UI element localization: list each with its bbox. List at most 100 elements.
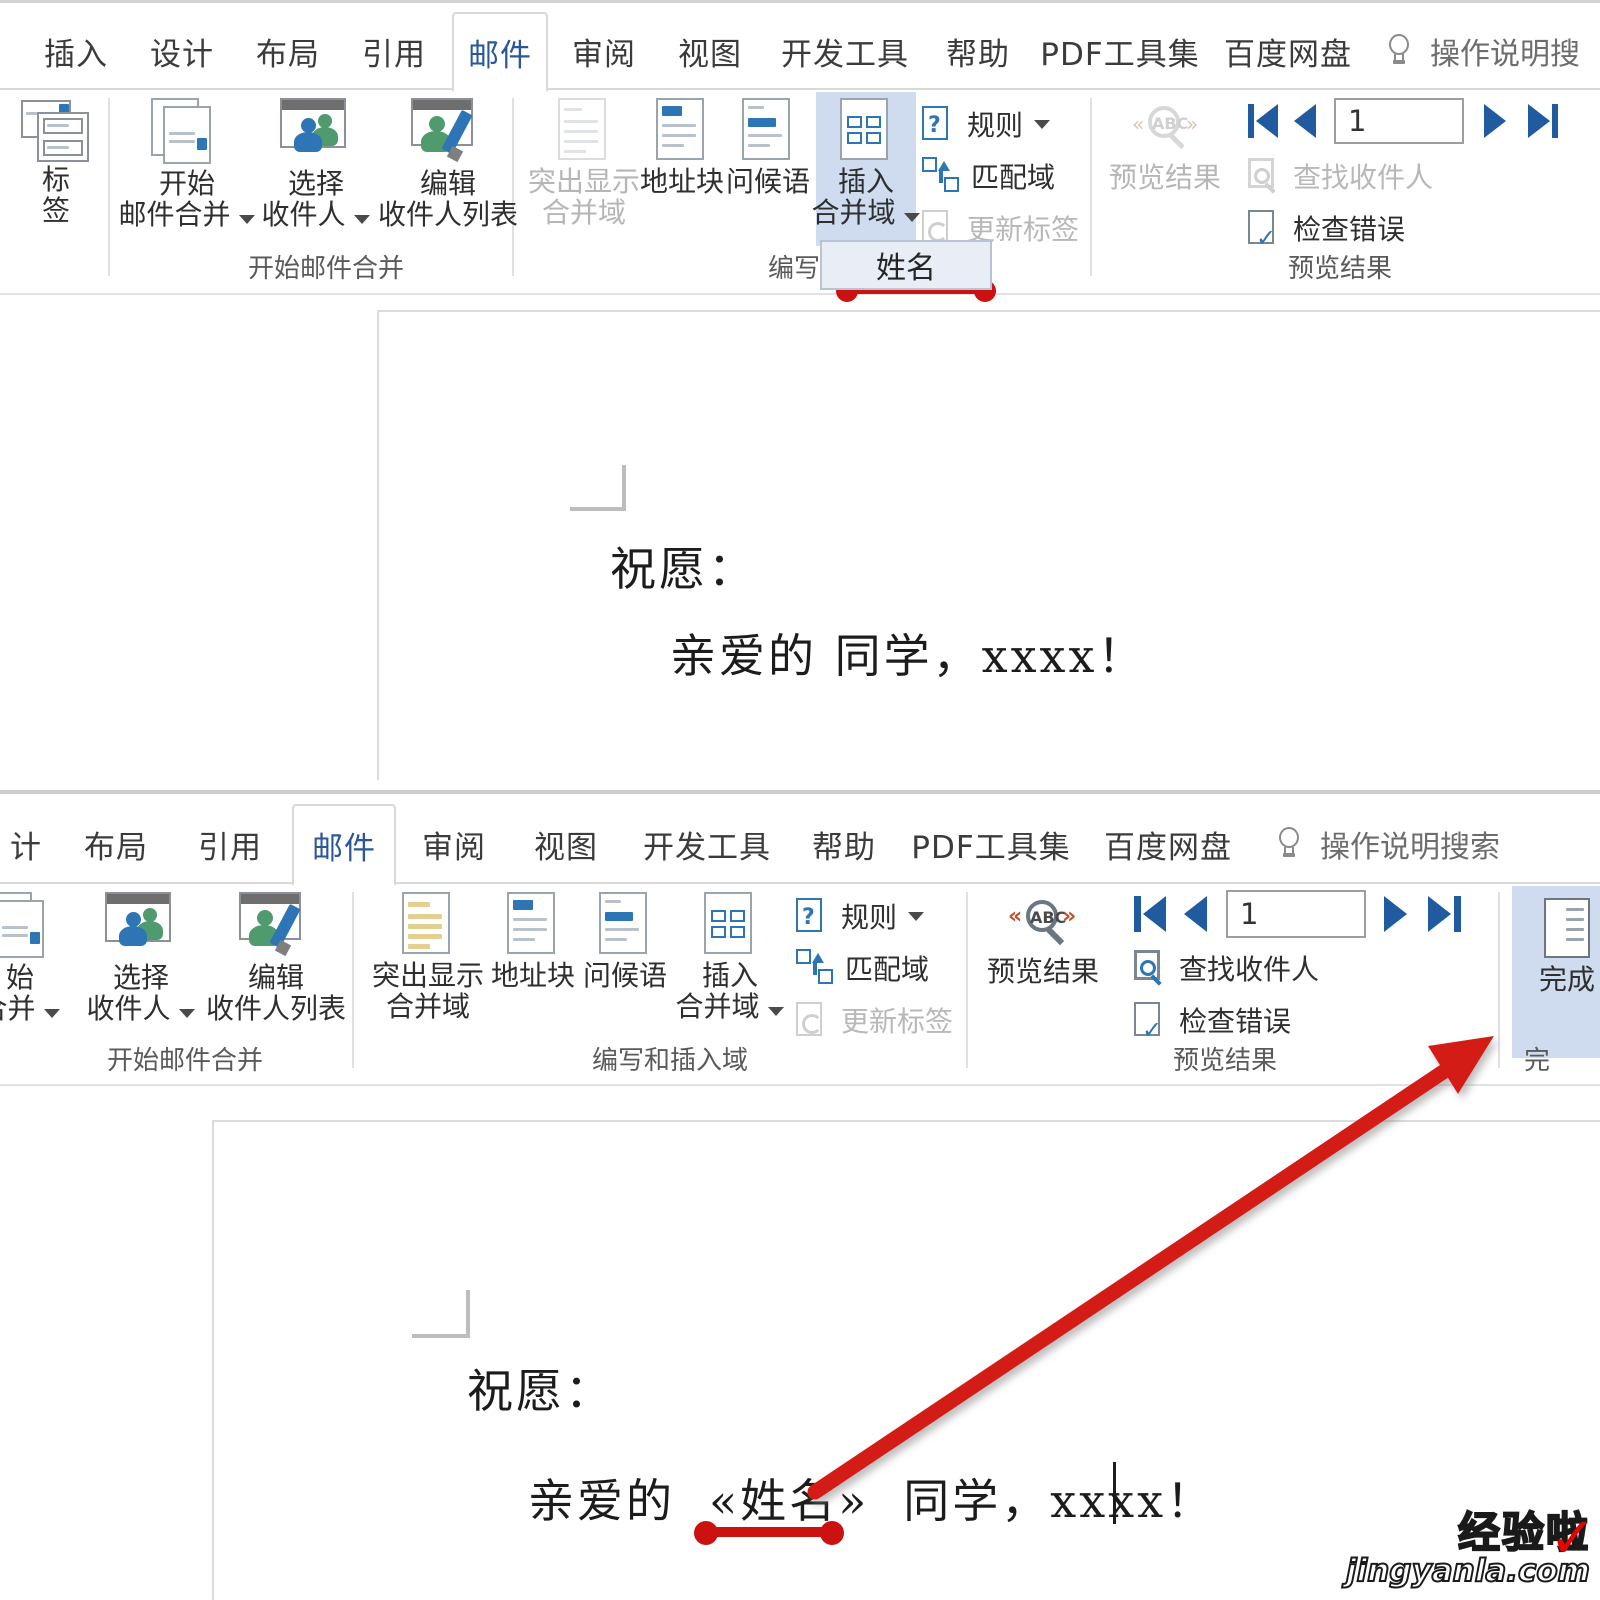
- rules-icon: ?: [796, 898, 830, 934]
- find-recipient-button[interactable]: 查找收件人: [1248, 156, 1433, 196]
- group-label-start-mail-merge: 开始邮件合并: [247, 254, 404, 284]
- tab-pdf-tools[interactable]: PDF工具集: [1038, 12, 1202, 90]
- tab-view[interactable]: 视图: [664, 12, 756, 90]
- highlight-merge-fields-button[interactable]: 突出显示 合并域: [370, 892, 486, 1023]
- lightbulb-icon: [1276, 827, 1302, 861]
- record-number-input[interactable]: 1: [1334, 98, 1464, 144]
- tab-design[interactable]: 设计: [136, 12, 228, 90]
- ribbon-tabstrip-bottom: 计 布局 引用 邮件 审阅 视图 开发工具 帮助 PDF工具集 百度网盘 操作说…: [0, 804, 1600, 886]
- preview-results-button[interactable]: ABC « » 预览结果: [982, 894, 1104, 987]
- edit-recipient-list-button[interactable]: 编辑 收件人列表: [372, 98, 524, 231]
- margin-corner-mark-top: [570, 465, 628, 513]
- tab-references[interactable]: 引用: [176, 804, 284, 884]
- edit-recipient-list-button[interactable]: 编辑 收件人列表: [198, 892, 354, 1025]
- rules-button[interactable]: ? 规则: [796, 896, 925, 936]
- preview-results-label: 预览结果: [1108, 161, 1221, 194]
- insert-merge-field-dropdown[interactable]: 姓名: [820, 240, 992, 290]
- tell-me-search-bottom[interactable]: 操作说明搜索: [1276, 804, 1500, 884]
- match-fields-button[interactable]: 匹配域: [922, 156, 1055, 196]
- finish-and-merge-button[interactable]: 完成: [1512, 886, 1600, 1058]
- document-page-top[interactable]: [377, 310, 1600, 780]
- match-fields-label: 匹配域: [845, 953, 930, 986]
- dropdown-item-name[interactable]: 姓名: [876, 243, 936, 287]
- select-recipients-icon: [101, 892, 181, 962]
- first-record-button[interactable]: [1248, 104, 1280, 138]
- lightbulb-icon: [1386, 34, 1412, 68]
- insert-merge-field-button[interactable]: 插入 合并域: [812, 92, 921, 246]
- tab-review[interactable]: 审阅: [400, 804, 508, 884]
- next-record-button[interactable]: [1484, 104, 1508, 138]
- chevron-down-icon: [1034, 119, 1051, 129]
- ribbon-tabstrip-top: 插入 设计 布局 引用 邮件 审阅 视图 开发工具 帮助 PDF工具集 百度网盘…: [0, 12, 1600, 92]
- last-record-button[interactable]: [1528, 104, 1560, 138]
- tab-view[interactable]: 视图: [512, 804, 620, 884]
- labels-button[interactable]: 标 签: [12, 98, 100, 227]
- address-block-button[interactable]: 地址块: [640, 98, 724, 197]
- greeting-line-button[interactable]: 问候语: [726, 98, 810, 197]
- highlight-merge-fields-label-1: 突出显示: [371, 959, 484, 992]
- highlight-merge-fields-label-2: 合并域: [541, 196, 626, 230]
- tab-label: 视图: [678, 36, 742, 73]
- group-label-preview-results: 预览结果: [1287, 254, 1392, 284]
- tab-insert[interactable]: 插入: [30, 12, 122, 90]
- tab-label: 引用: [362, 36, 426, 73]
- tab-references[interactable]: 引用: [348, 12, 440, 90]
- chevron-down-icon: [354, 215, 371, 225]
- tab-pdf-tools[interactable]: PDF工具集: [902, 804, 1080, 884]
- first-record-button[interactable]: [1134, 896, 1168, 932]
- greeting-line-button[interactable]: 问候语: [580, 892, 670, 991]
- tab-layout[interactable]: 布局: [62, 804, 170, 884]
- tab-baidu-netdisk[interactable]: 百度网盘: [1212, 12, 1364, 90]
- tab-label: 帮助: [946, 36, 1010, 73]
- tab-label: 计: [10, 829, 42, 866]
- tab-baidu-netdisk[interactable]: 百度网盘: [1088, 804, 1248, 884]
- select-recipients-button[interactable]: 选择 收件人: [84, 892, 198, 1025]
- find-recipient-button[interactable]: 查找收件人: [1134, 948, 1319, 988]
- group-separator: [108, 98, 110, 276]
- highlight-merge-fields-icon: [398, 892, 458, 960]
- tab-label: 百度网盘: [1104, 829, 1232, 866]
- edit-recipient-list-label-2: 收件人列表: [377, 198, 518, 232]
- rules-label: 规则: [967, 109, 1024, 142]
- ribbon-body-top: 标 签 开始 邮件合并 选择 收件人 编辑 收件人列表 开始邮件合并 突出显示 …: [0, 90, 1600, 295]
- insert-merge-field-button[interactable]: 插入 合并域: [676, 892, 785, 1023]
- tab-help[interactable]: 帮助: [792, 804, 896, 884]
- start-mail-merge-button[interactable]: 开始 邮件合并: [119, 98, 256, 231]
- address-block-label: 地址块: [490, 959, 575, 992]
- tab-developer[interactable]: 开发工具: [770, 12, 920, 90]
- tab-label: 插入: [44, 36, 108, 73]
- tell-me-search-top[interactable]: 操作说明搜: [1386, 12, 1580, 90]
- check-errors-icon: ✓: [1134, 1002, 1168, 1044]
- group-label-preview-results: 预览结果: [1172, 1046, 1277, 1076]
- edit-recipient-list-label-1: 编辑: [419, 167, 476, 200]
- tab-developer[interactable]: 开发工具: [628, 804, 786, 884]
- tab-label: 审阅: [422, 829, 486, 866]
- previous-record-button[interactable]: [1294, 104, 1318, 138]
- address-block-button[interactable]: 地址块: [488, 892, 578, 991]
- next-record-button[interactable]: [1384, 896, 1409, 932]
- update-labels-icon: [796, 1002, 830, 1038]
- check-errors-button[interactable]: ✓ 检查错误: [1248, 208, 1405, 252]
- preview-results-button[interactable]: ABC « » 预览结果: [1106, 100, 1224, 193]
- record-number-input[interactable]: 1: [1226, 890, 1366, 938]
- window-top-divider: [0, 790, 1600, 794]
- chevron-down-icon: [768, 1007, 785, 1017]
- tab-layout[interactable]: 布局: [242, 12, 334, 90]
- tab-review[interactable]: 审阅: [558, 12, 650, 90]
- previous-record-button[interactable]: [1184, 896, 1209, 932]
- rules-button[interactable]: ? 规则: [922, 104, 1051, 144]
- document-line-wish-top: 祝愿：: [610, 542, 757, 596]
- highlight-merge-fields-button[interactable]: 突出显示 合并域: [528, 98, 640, 229]
- last-record-button[interactable]: [1428, 896, 1462, 932]
- tab-mailings[interactable]: 邮件: [292, 804, 396, 886]
- tab-mailings[interactable]: 邮件: [452, 12, 548, 92]
- select-recipients-button[interactable]: 选择 收件人: [260, 98, 372, 231]
- start-mail-merge-button[interactable]: 始 合并: [0, 892, 80, 1025]
- check-errors-button[interactable]: ✓ 检查错误: [1134, 1000, 1291, 1044]
- greeting-line-label: 问候语: [726, 165, 811, 198]
- update-labels-button[interactable]: 更新标签: [796, 1000, 953, 1040]
- text-cursor: [1113, 1462, 1116, 1524]
- tab-design[interactable]: 计: [0, 804, 52, 884]
- match-fields-button[interactable]: 匹配域: [796, 948, 929, 988]
- tab-help[interactable]: 帮助: [932, 12, 1024, 90]
